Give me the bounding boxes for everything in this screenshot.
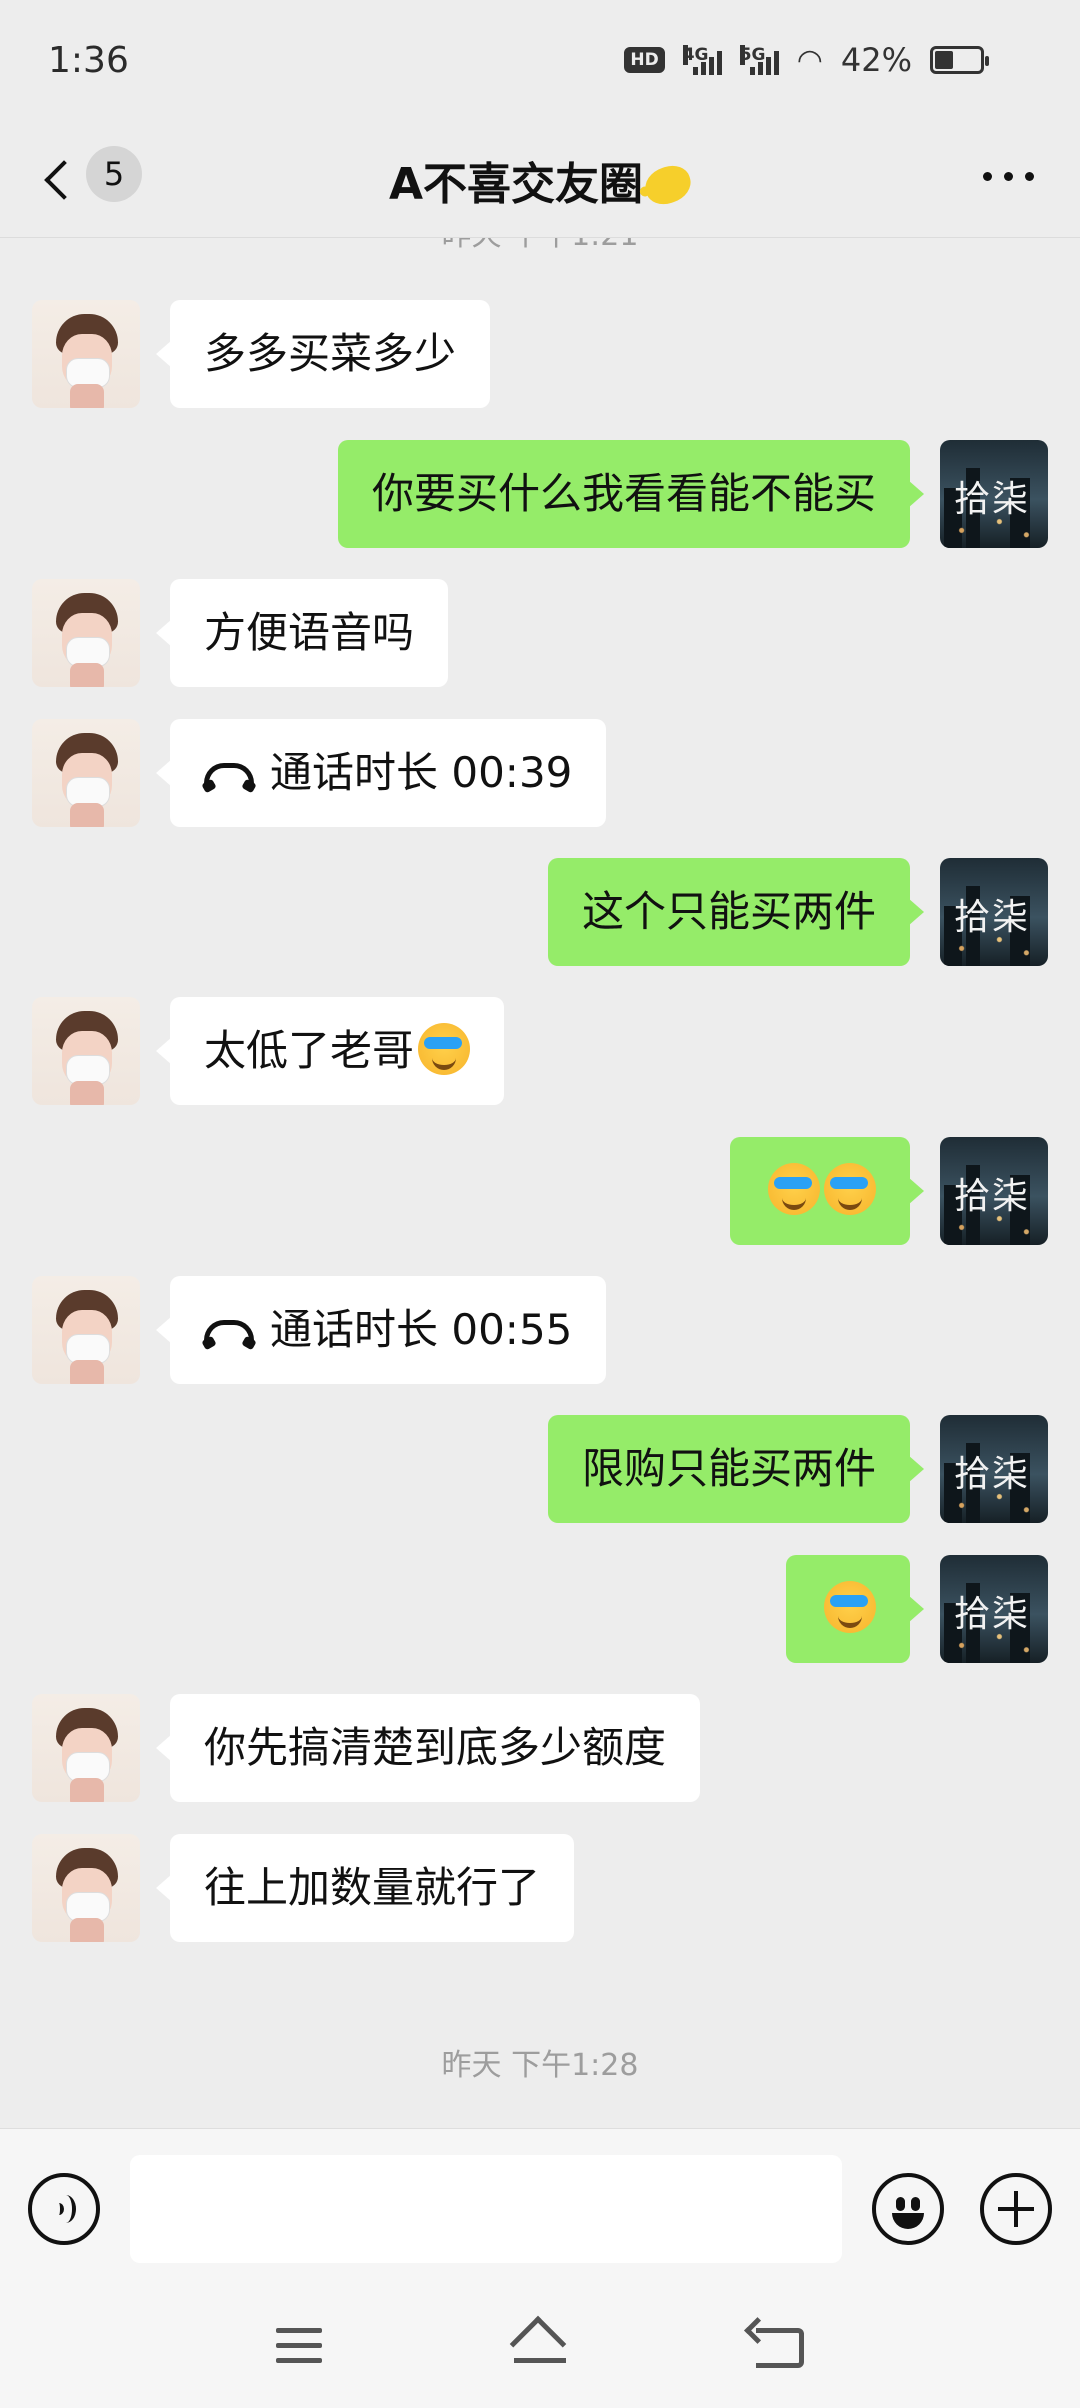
- chat-title: A不喜交友圈: [0, 148, 1080, 212]
- message-row: 拾柒 你要买什么我看看能不能买: [0, 440, 1080, 548]
- hd-icon: HD: [624, 47, 665, 73]
- emoji-smile-icon: [896, 2197, 905, 2211]
- battery-level: [935, 51, 954, 69]
- self-avatar[interactable]: 拾柒: [940, 1555, 1048, 1663]
- input-bar: [0, 2128, 1080, 2288]
- message-list[interactable]: 昨天 下午1:21 多多买菜多少拾柒你要买什么我看看能不能买方便语音吗通话时长 …: [0, 218, 1080, 2128]
- friend-avatar[interactable]: [32, 997, 140, 1105]
- message-bubble[interactable]: 往上加数量就行了: [155, 1834, 575, 1942]
- message-bubble[interactable]: 你要买什么我看看能不能买: [337, 440, 925, 548]
- message-bubble[interactable]: 限购只能买两件: [547, 1415, 925, 1523]
- phone-hangup-icon: [204, 763, 254, 783]
- facepalm-emoji-icon: [824, 1163, 876, 1215]
- friend-avatar[interactable]: [32, 300, 140, 408]
- emoji-button[interactable]: [872, 2173, 944, 2245]
- message-row: 拾柒: [0, 1555, 1080, 1663]
- back-nav-icon[interactable]: [756, 2328, 804, 2368]
- battery-percent: 42%: [840, 41, 912, 79]
- plus-button[interactable]: [980, 2173, 1052, 2245]
- friend-avatar[interactable]: [32, 579, 140, 687]
- signal-5g-icon: 5G: [739, 45, 779, 75]
- phone-hangup-icon: [204, 1320, 254, 1340]
- message-text: 往上加数量就行了: [204, 1863, 541, 1912]
- facepalm-emoji-icon: [824, 1581, 876, 1633]
- more-button[interactable]: [983, 172, 1034, 181]
- friend-avatar[interactable]: [32, 1694, 140, 1802]
- message-text: 通话时长 00:55: [270, 1305, 573, 1354]
- battery-icon: [930, 46, 989, 74]
- message-row: 通话时长 00:39: [0, 719, 1080, 827]
- lemon-icon: [640, 160, 696, 210]
- ellipsis-icon: [983, 172, 992, 181]
- friend-avatar[interactable]: [32, 1276, 140, 1384]
- home-icon[interactable]: [509, 2315, 570, 2374]
- message-row: 拾柒: [0, 1137, 1080, 1245]
- self-avatar[interactable]: 拾柒: [940, 1137, 1048, 1245]
- system-navigation-bar: [0, 2288, 1080, 2408]
- message-bubble[interactable]: 多多买菜多少: [155, 300, 491, 408]
- status-indicators: HD 4G 5G ◠ 42%: [624, 41, 989, 79]
- voice-input-button[interactable]: [28, 2173, 100, 2245]
- menu-icon[interactable]: [276, 2328, 322, 2373]
- message-bubble[interactable]: 你先搞清楚到底多少额度: [155, 1694, 701, 1802]
- self-avatar[interactable]: 拾柒: [940, 858, 1048, 966]
- facepalm-emoji-icon: [768, 1163, 820, 1215]
- message-row: 拾柒 限购只能买两件: [0, 1415, 1080, 1523]
- call-record-bubble[interactable]: 通话时长 00:39: [155, 719, 607, 827]
- message-row: 方便语音吗: [0, 579, 1080, 687]
- message-row: 往上加数量就行了: [0, 1834, 1080, 1942]
- status-time: 1:36: [48, 39, 129, 81]
- message-row: 太低了老哥: [0, 997, 1080, 1105]
- message-text: 太低了老哥: [204, 1026, 415, 1075]
- self-avatar[interactable]: 拾柒: [940, 440, 1048, 548]
- message-bubble[interactable]: 这个只能买两件: [547, 858, 925, 966]
- timestamp-bottom: 昨天 下午1:28: [441, 2048, 639, 2083]
- message-text: 方便语音吗: [204, 608, 415, 657]
- message-text: 你要买什么我看看能不能买: [371, 469, 876, 518]
- message-input[interactable]: [130, 2155, 842, 2263]
- chat-header: 5 A不喜交友圈: [0, 120, 1080, 238]
- message-text: 这个只能买两件: [581, 887, 876, 936]
- message-row: 拾柒 这个只能买两件: [0, 858, 1080, 966]
- call-record-bubble[interactable]: 通话时长 00:55: [155, 1276, 607, 1384]
- friend-avatar[interactable]: [32, 719, 140, 827]
- status-bar: 1:36 HD 4G 5G ◠ 42%: [0, 0, 1080, 120]
- friend-avatar[interactable]: [32, 1834, 140, 1942]
- message-text: 你先搞清楚到底多少额度: [204, 1723, 667, 1772]
- message-bubble[interactable]: 太低了老哥: [155, 997, 505, 1105]
- emoji-bubble[interactable]: [730, 1137, 924, 1245]
- wifi-icon: ◠: [796, 42, 823, 78]
- self-avatar[interactable]: 拾柒: [940, 1415, 1048, 1523]
- facepalm-emoji-icon: [418, 1023, 471, 1075]
- chat-title-text: A不喜交友圈: [388, 159, 644, 210]
- message-text: 通话时长 00:39: [270, 748, 573, 797]
- message-row: 多多买菜多少: [0, 300, 1080, 408]
- emoji-bubble[interactable]: [786, 1555, 924, 1663]
- message-bubble[interactable]: 方便语音吗: [155, 579, 449, 687]
- message-text: 限购只能买两件: [581, 1444, 876, 1493]
- message-text: 多多买菜多少: [204, 329, 457, 378]
- signal-4g-icon: 4G: [682, 45, 722, 75]
- message-row: 通话时长 00:55: [0, 1276, 1080, 1384]
- message-row: 你先搞清楚到底多少额度: [0, 1694, 1080, 1802]
